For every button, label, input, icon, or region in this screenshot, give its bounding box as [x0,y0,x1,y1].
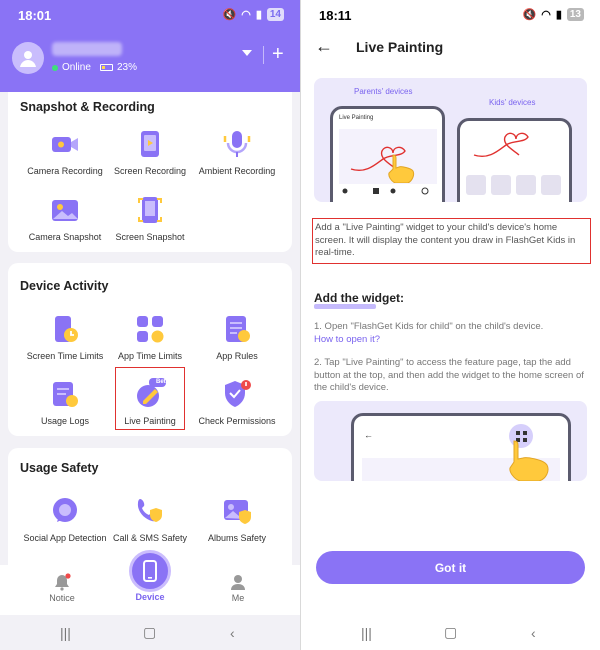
back-nav-icon[interactable]: ‹ [531,625,536,641]
card-usage-safety: Usage Safety Social App Detection Call &… [8,448,292,566]
recent-apps-icon[interactable]: ||| [361,625,372,641]
left-phone-screen: 18:01 🔇 ◠ ▮ 14 Online 23% + Snapshot & R… [0,0,300,650]
live-painting-highlight [115,367,185,430]
phone-clock-icon [55,316,78,342]
battery-badge: 14 [266,8,284,21]
chevron-down-icon[interactable] [242,50,252,56]
item-usage-logs[interactable]: Usage Logs [18,378,112,427]
app-grid-icon [137,316,164,343]
step-1: 1. Open "FlashGet Kids for child" on the… [314,321,544,345]
add-widget-illustration: ← [314,401,587,481]
system-navigation-bar: ||| ▢ ‹ [0,615,300,650]
parent-phone-mock: Live Painting [330,106,445,202]
item-camera-snapshot[interactable]: Camera Snapshot [18,194,112,243]
online-status: Online [62,62,91,73]
status-time: 18:11 [319,8,352,23]
item-screen-snapshot[interactable]: Screen Snapshot [103,194,197,243]
recent-apps-icon[interactable]: ||| [60,625,71,641]
screenshot-icon [138,197,162,223]
section-title: Device Activity [20,279,109,293]
system-navigation-bar: ||| ▢ ‹ [301,615,600,650]
home-icon[interactable]: ▢ [143,624,156,641]
item-social-app-detection[interactable]: Social App Detection [18,495,112,544]
item-albums-safety[interactable]: Albums Safety [190,495,284,544]
back-nav-icon[interactable]: ‹ [230,625,235,641]
back-arrow-icon[interactable]: ← [315,36,333,57]
nav-notice[interactable]: Notice [32,573,92,603]
received-heart-icon [466,132,561,195]
battery-icon [100,64,113,71]
status-time: 18:01 [18,8,52,23]
phone-icon [143,560,157,582]
item-screen-time-limits[interactable]: Screen Time Limits [18,313,112,362]
device-tab-button[interactable] [129,550,171,592]
nav-me[interactable]: Me [208,573,268,603]
phone-shield-icon [137,499,162,522]
chat-bubble-icon [53,498,77,522]
user-icon [20,51,36,67]
got-it-button[interactable]: Got it [316,551,585,584]
wifi-icon: ◠ [541,9,551,21]
item-camera-recording[interactable]: Camera Recording [18,128,112,177]
mute-icon: 🔇 [222,9,237,21]
item-ambient-recording[interactable]: Ambient Recording [190,128,284,177]
kids-devices-label: Kids' devices [489,98,536,107]
section-title: Snapshot & Recording [20,100,155,114]
logs-icon [53,382,78,407]
item-check-permissions[interactable]: Check Permissions [190,378,284,427]
hand-pointer-icon [388,154,415,183]
kid-phone-mock [457,118,572,202]
video-camera-icon [52,137,78,152]
device-name-blurred [52,42,122,56]
feature-description: Add a "Live Painting" widget to your chi… [312,218,591,264]
item-app-rules[interactable]: App Rules [190,313,284,362]
mock-back-arrow-icon: ← [364,430,373,440]
page-header: ← Live Painting [301,30,600,66]
wifi-icon: ◠ [241,9,251,21]
live-painting-illustration: Parents' devices Kids' devices Live Pain… [314,78,587,202]
nav-device[interactable]: Device [120,592,180,602]
online-dot [52,64,58,71]
page-title: Live Painting [356,39,444,55]
device-header: 18:01 🔇 ◠ ▮ 14 Online 23% + [0,0,300,92]
add-device-icon[interactable]: + [272,44,284,64]
rules-document-icon [226,316,250,342]
device-battery: 23% [117,62,138,73]
home-icon[interactable]: ▢ [444,624,457,641]
mute-icon: 🔇 [522,9,537,21]
section-title: Usage Safety [20,461,99,475]
section-subtitle: Add the widget: [314,291,404,305]
screen-recording-icon [141,131,159,157]
card-snapshot-recording: Snapshot & Recording Camera Recording Sc… [8,92,292,252]
status-bar: 18:11 🔇 ◠ ▮ 13 [301,0,600,30]
parents-devices-label: Parents' devices [354,87,413,96]
item-screen-recording[interactable]: Screen Recording [103,128,197,177]
how-to-open-link[interactable]: How to open it? [314,334,380,345]
item-app-time-limits[interactable]: App Time Limits [103,313,197,362]
signal-icon: ▮ [255,9,262,21]
bell-icon [55,573,71,591]
signal-icon: ▮ [555,9,562,21]
right-phone-screen: 18:11 🔇 ◠ ▮ 13 ← Live Painting Parents' … [301,0,600,650]
album-shield-icon [224,500,251,524]
hand-tap-icon [509,440,549,481]
image-icon [52,200,78,221]
battery-badge: 13 [566,8,584,21]
shield-check-icon [225,380,251,407]
microphone-icon [223,131,251,157]
step-2: 2. Tap "Live Painting" to access the fea… [314,357,584,393]
person-icon [231,575,245,590]
status-bar: 18:01 🔇 ◠ ▮ 14 [0,0,300,30]
item-call-sms-safety[interactable]: Call & SMS Safety [103,495,197,544]
avatar[interactable] [12,42,44,74]
